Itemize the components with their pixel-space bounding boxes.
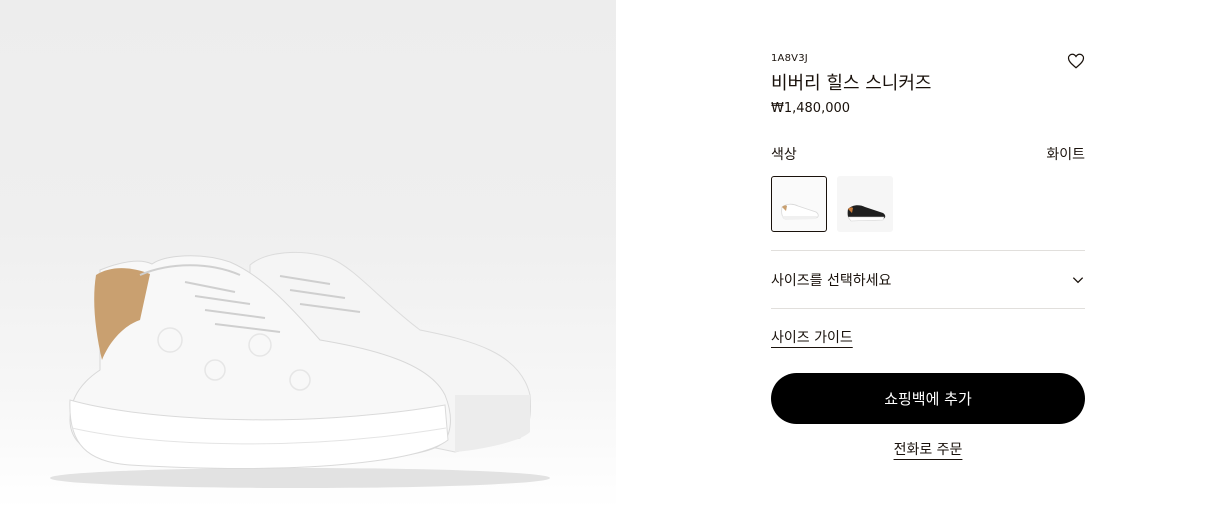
- add-to-bag-button[interactable]: 쇼핑백에 추가: [771, 373, 1085, 424]
- black-sneaker-thumbnail: [847, 205, 886, 222]
- product-price: ₩1,480,000: [771, 101, 851, 116]
- wishlist-button[interactable]: [1067, 52, 1085, 70]
- white-sneaker-thumbnail: [781, 203, 819, 220]
- product-title: 비버리 힐스 스니커즈: [771, 73, 932, 94]
- size-select-dropdown[interactable]: 사이즈를 선택하세요: [771, 251, 1085, 308]
- product-sku: 1A8V3J: [771, 53, 808, 64]
- product-page: 1A8V3J 비버리 힐스 스니커즈 ₩1,480,000 색상 화이트 사이즈…: [0, 0, 1230, 509]
- color-swatch-black[interactable]: [837, 176, 893, 232]
- sneaker-pair-illustration: [50, 251, 550, 488]
- phone-order-link[interactable]: 전화로 주문: [894, 442, 963, 458]
- product-info-panel: 1A8V3J 비버리 힐스 스니커즈 ₩1,480,000 색상 화이트 사이즈…: [771, 0, 1085, 509]
- color-row: 색상 화이트: [771, 144, 1085, 164]
- phone-order-row: 전화로 주문: [771, 439, 1085, 459]
- selected-color-value: 화이트: [1046, 147, 1085, 163]
- size-select-label: 사이즈를 선택하세요: [771, 272, 892, 289]
- color-swatches: [771, 176, 893, 232]
- divider: [771, 308, 1085, 309]
- color-label: 색상: [771, 147, 797, 163]
- size-guide-link[interactable]: 사이즈 가이드: [771, 327, 853, 347]
- product-image: [0, 0, 616, 509]
- chevron-down-icon: [1072, 276, 1084, 283]
- heart-icon: [1067, 53, 1085, 69]
- color-swatch-white[interactable]: [771, 176, 827, 232]
